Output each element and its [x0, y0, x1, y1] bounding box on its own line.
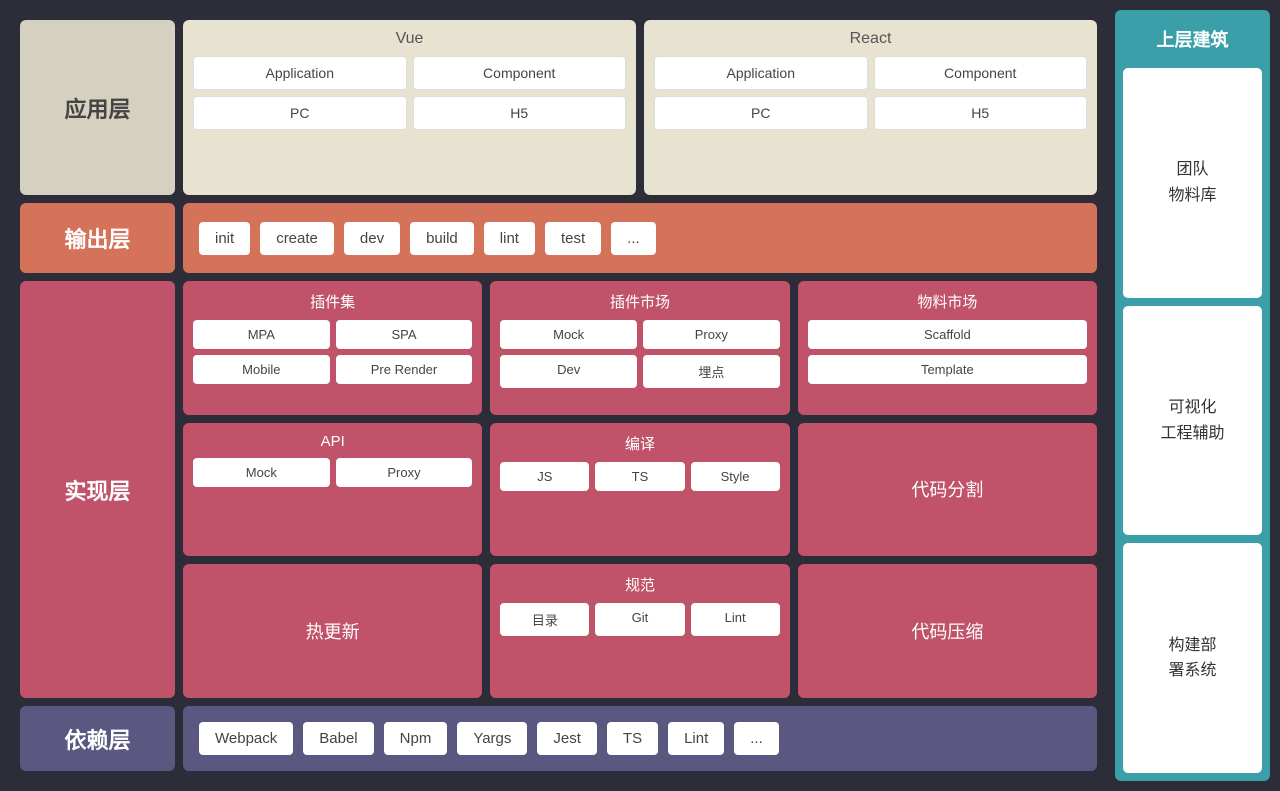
react-box: React Application Component PC H5 — [644, 20, 1097, 195]
material-market-items: Scaffold Template — [808, 320, 1087, 384]
plugin-market-box: 插件市场 Mock Proxy Dev 埋点 — [490, 281, 789, 415]
plugin-set-title: 插件集 — [193, 291, 472, 312]
api-items: Mock Proxy — [193, 458, 472, 487]
dep-jest: Jest — [537, 722, 597, 755]
react-grid: Application Component PC H5 — [654, 56, 1087, 130]
vue-h5: H5 — [413, 96, 627, 130]
react-pc: PC — [654, 96, 868, 130]
impl-layer-label: 实现层 — [20, 281, 175, 698]
dep-more: ... — [734, 722, 779, 755]
plugin-market-title: 插件市场 — [500, 291, 779, 312]
right-card-2: 可视化 工程辅助 — [1123, 306, 1262, 536]
vue-grid: Application Component PC H5 — [193, 56, 626, 130]
vue-title: Vue — [193, 30, 626, 48]
dep-yargs: Yargs — [457, 722, 527, 755]
api-proxy: Proxy — [336, 458, 473, 487]
dep-lint: Lint — [668, 722, 724, 755]
compile-items: JS TS Style — [500, 462, 779, 491]
hot-update: 热更新 — [183, 564, 482, 698]
react-component: Component — [874, 56, 1088, 90]
api-title: API — [193, 433, 472, 450]
plugin-mpa: MPA — [193, 320, 330, 349]
dep-webpack: Webpack — [199, 722, 293, 755]
spec-lint: Lint — [691, 603, 780, 636]
plugin-market-items: Mock Proxy Dev 埋点 — [500, 320, 779, 388]
impl-content: 插件集 MPA SPA Mobile Pre Render 插件市场 Mock … — [183, 281, 1097, 698]
api-mock: Mock — [193, 458, 330, 487]
impl-row: 实现层 插件集 MPA SPA Mobile Pre Render 插件市场 M… — [20, 281, 1260, 698]
spec-git: Git — [595, 603, 684, 636]
pm-track: 埋点 — [643, 355, 780, 388]
pm-proxy: Proxy — [643, 320, 780, 349]
app-row: 应用层 Vue Application Component PC H5 Reac… — [20, 20, 1260, 195]
right-column: 上层建筑 团队 物料库 可视化 工程辅助 构建部 署系统 — [1115, 10, 1270, 781]
vue-pc: PC — [193, 96, 407, 130]
compile-style: Style — [691, 462, 780, 491]
material-market-title: 物料市场 — [808, 291, 1087, 312]
mm-template: Template — [808, 355, 1087, 384]
plugin-spa: SPA — [336, 320, 473, 349]
output-lint: lint — [484, 222, 535, 255]
vue-application: Application — [193, 56, 407, 90]
spec-box: 规范 目录 Git Lint — [490, 564, 789, 698]
right-card-1: 团队 物料库 — [1123, 68, 1262, 298]
mm-scaffold: Scaffold — [808, 320, 1087, 349]
spec-items: 目录 Git Lint — [500, 603, 779, 636]
dep-babel: Babel — [303, 722, 373, 755]
right-column-title: 上层建筑 — [1123, 18, 1262, 60]
compile-title: 编译 — [500, 433, 779, 454]
output-content: init create dev build lint test ... — [183, 203, 1097, 273]
pm-dev: Dev — [500, 355, 637, 388]
output-row: 输出层 init create dev build lint test ... — [20, 203, 1260, 273]
api-box: API Mock Proxy — [183, 423, 482, 557]
output-build: build — [410, 222, 474, 255]
vue-component: Component — [413, 56, 627, 90]
right-card-3: 构建部 署系统 — [1123, 543, 1262, 773]
spec-title: 规范 — [500, 574, 779, 595]
dep-content: Webpack Babel Npm Yargs Jest TS Lint ... — [183, 706, 1097, 771]
output-more: ... — [611, 222, 656, 255]
code-split: 代码分割 — [798, 423, 1097, 557]
output-create: create — [260, 222, 334, 255]
react-h5: H5 — [874, 96, 1088, 130]
code-compress: 代码压缩 — [798, 564, 1097, 698]
react-application: Application — [654, 56, 868, 90]
app-center: Vue Application Component PC H5 React Ap… — [183, 20, 1097, 195]
pm-mock: Mock — [500, 320, 637, 349]
dep-ts: TS — [607, 722, 658, 755]
plugin-set-box: 插件集 MPA SPA Mobile Pre Render — [183, 281, 482, 415]
compile-js: JS — [500, 462, 589, 491]
dep-row: 依赖层 Webpack Babel Npm Yargs Jest TS Lint… — [20, 706, 1260, 771]
output-init: init — [199, 222, 250, 255]
output-layer-label: 输出层 — [20, 203, 175, 273]
material-market-box: 物料市场 Scaffold Template — [798, 281, 1097, 415]
spec-dir: 目录 — [500, 603, 589, 636]
dep-layer-label: 依赖层 — [20, 706, 175, 771]
react-title: React — [654, 30, 1087, 48]
compile-ts: TS — [595, 462, 684, 491]
plugin-set-items: MPA SPA Mobile Pre Render — [193, 320, 472, 384]
dep-npm: Npm — [384, 722, 448, 755]
vue-box: Vue Application Component PC H5 — [183, 20, 636, 195]
plugin-mobile: Mobile — [193, 355, 330, 384]
app-layer-label: 应用层 — [20, 20, 175, 195]
main-layout: 应用层 Vue Application Component PC H5 Reac… — [10, 10, 1270, 781]
output-test: test — [545, 222, 601, 255]
compile-box: 编译 JS TS Style — [490, 423, 789, 557]
plugin-prerender: Pre Render — [336, 355, 473, 384]
output-dev: dev — [344, 222, 400, 255]
